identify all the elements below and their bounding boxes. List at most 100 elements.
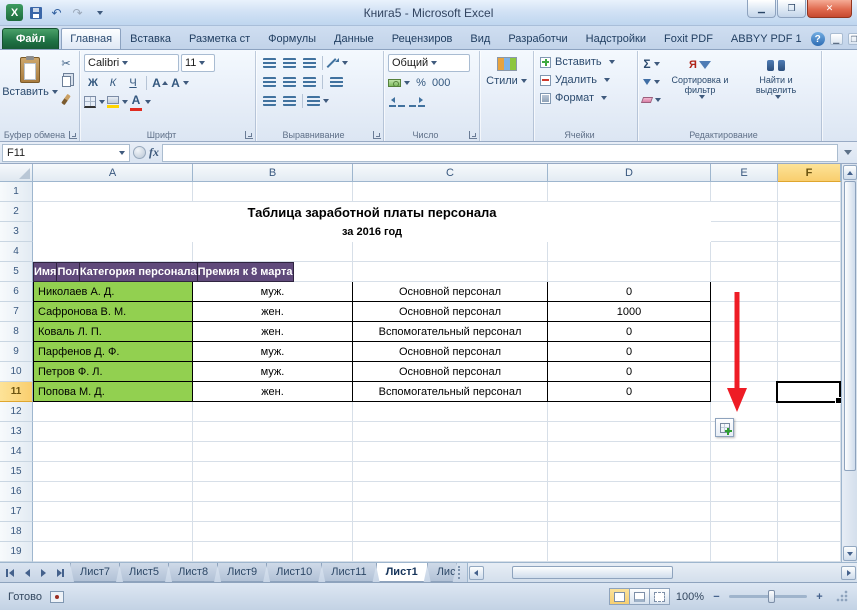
row-header[interactable]: 2	[0, 202, 33, 222]
wrap-text-icon[interactable]	[327, 73, 345, 90]
column-header[interactable]: D	[548, 164, 711, 182]
grid-cell[interactable]	[193, 442, 353, 462]
category-cell[interactable]: Основной персонал	[353, 302, 548, 322]
next-sheet-icon[interactable]	[36, 566, 50, 580]
workbook-restore-icon[interactable]: ❐	[848, 33, 857, 45]
redo-icon[interactable]: ↷	[69, 4, 86, 21]
row-header[interactable]: 19	[0, 542, 33, 562]
currency-format-icon[interactable]	[388, 74, 410, 91]
resize-grip[interactable]	[836, 590, 849, 603]
row-header[interactable]: 18	[0, 522, 33, 542]
name-cell[interactable]: Парфенов Д. Ф.	[33, 342, 193, 362]
alignment-dialog-launcher-icon[interactable]	[373, 131, 381, 139]
gender-cell[interactable]: муж.	[193, 342, 353, 362]
grid-cell[interactable]	[353, 402, 548, 422]
page-break-view-icon[interactable]	[649, 588, 670, 605]
category-cell[interactable]: Вспомогательный персонал	[353, 322, 548, 342]
font-family-select[interactable]: Calibri	[84, 54, 179, 72]
page-layout-view-icon[interactable]	[629, 588, 650, 605]
vertical-scroll-thumb[interactable]	[844, 181, 856, 471]
sheet-tab[interactable]: Лист7	[70, 563, 120, 582]
grid-cell[interactable]	[778, 222, 841, 242]
row-header[interactable]: 3	[0, 222, 33, 242]
grid-cell[interactable]	[353, 182, 548, 202]
grid-cell[interactable]	[33, 402, 193, 422]
grid-cell[interactable]	[778, 182, 841, 202]
qat-customize-icon[interactable]	[90, 4, 107, 21]
row-header[interactable]: 11	[0, 382, 33, 402]
sheet-tab[interactable]: Лист5	[119, 563, 169, 582]
header-cell[interactable]: Имя	[33, 262, 57, 282]
row-header[interactable]: 16	[0, 482, 33, 502]
grid-cell[interactable]	[548, 442, 711, 462]
sheet-tab[interactable]: Лист10	[266, 563, 322, 582]
grid-cell[interactable]	[193, 482, 353, 502]
grid-cell[interactable]	[778, 422, 841, 442]
gender-cell[interactable]: жен.	[193, 322, 353, 342]
copy-icon[interactable]	[57, 73, 75, 90]
find-select-button[interactable]: Найти и выделить	[739, 53, 813, 128]
undo-icon[interactable]: ↶	[48, 4, 65, 21]
grid-cell[interactable]	[33, 242, 193, 262]
grid-cell[interactable]	[353, 242, 548, 262]
row-header[interactable]: 15	[0, 462, 33, 482]
name-cell[interactable]: Коваль Л. П.	[33, 322, 193, 342]
grid-cell[interactable]	[353, 482, 548, 502]
bonus-cell[interactable]: 0	[548, 322, 711, 342]
grid-cell[interactable]	[711, 482, 778, 502]
row-header[interactable]: 9	[0, 342, 33, 362]
workbook-minimize-icon[interactable]: ▁	[830, 33, 843, 45]
grid-cell[interactable]	[711, 502, 778, 522]
grid-cell[interactable]	[778, 402, 841, 422]
align-top-icon[interactable]	[260, 54, 278, 71]
grid-cell[interactable]	[353, 522, 548, 542]
paste-button[interactable]: Вставить	[6, 53, 54, 108]
grid-cell[interactable]	[193, 502, 353, 522]
grid-cell[interactable]	[711, 522, 778, 542]
ribbon-tab[interactable]: Рецензиров	[383, 28, 462, 49]
grid-cell[interactable]	[548, 402, 711, 422]
row-header[interactable]: 8	[0, 322, 33, 342]
ribbon-tab[interactable]: Разработчи	[499, 28, 576, 49]
zoom-out-icon[interactable]: −	[710, 590, 723, 603]
name-cell[interactable]: Петров Ф. Л.	[33, 362, 193, 382]
first-sheet-icon[interactable]	[4, 566, 18, 580]
increase-indent-icon[interactable]	[280, 92, 298, 109]
grid-cell[interactable]	[193, 402, 353, 422]
header-cell[interactable]: Пол	[57, 262, 79, 282]
grid-cell[interactable]	[548, 422, 711, 442]
orientation-icon[interactable]	[327, 54, 348, 71]
row-header[interactable]: 14	[0, 442, 33, 462]
select-all-corner[interactable]	[0, 164, 33, 182]
header-cell[interactable]: Премия к 8 марта	[198, 262, 294, 282]
format-painter-icon[interactable]	[57, 91, 75, 108]
selected-cell-F11[interactable]	[776, 381, 841, 403]
scroll-down-icon[interactable]	[843, 546, 857, 561]
zoom-slider-thumb[interactable]	[768, 590, 775, 603]
format-cells-button[interactable]: Формат	[538, 89, 633, 107]
tab-split-handle[interactable]	[458, 566, 465, 579]
grid-cell[interactable]	[548, 462, 711, 482]
decrease-decimal-icon[interactable]	[408, 93, 426, 110]
grid-cell[interactable]	[711, 442, 778, 462]
grid-cell[interactable]	[33, 542, 193, 562]
row-header[interactable]: 7	[0, 302, 33, 322]
styles-button[interactable]: Стили	[484, 53, 529, 128]
grid-cell[interactable]	[778, 442, 841, 462]
clear-icon[interactable]	[642, 91, 661, 108]
font-dialog-launcher-icon[interactable]	[245, 131, 253, 139]
grid-cell[interactable]	[711, 202, 778, 222]
grid-cell[interactable]	[778, 202, 841, 222]
row-header[interactable]: 13	[0, 422, 33, 442]
align-bottom-icon[interactable]	[300, 54, 318, 71]
font-color-icon[interactable]: А	[130, 93, 151, 110]
underline-button[interactable]: Ч	[124, 74, 142, 91]
category-cell[interactable]: Основной персонал	[353, 362, 548, 382]
grid-cell[interactable]	[778, 362, 841, 382]
sheet-tab[interactable]: Лист9	[217, 563, 267, 582]
zoom-in-icon[interactable]: +	[813, 590, 826, 603]
row-header[interactable]: 4	[0, 242, 33, 262]
header-cell[interactable]: Категория персонала	[80, 262, 198, 282]
row-header[interactable]: 10	[0, 362, 33, 382]
grid-cell[interactable]	[193, 462, 353, 482]
